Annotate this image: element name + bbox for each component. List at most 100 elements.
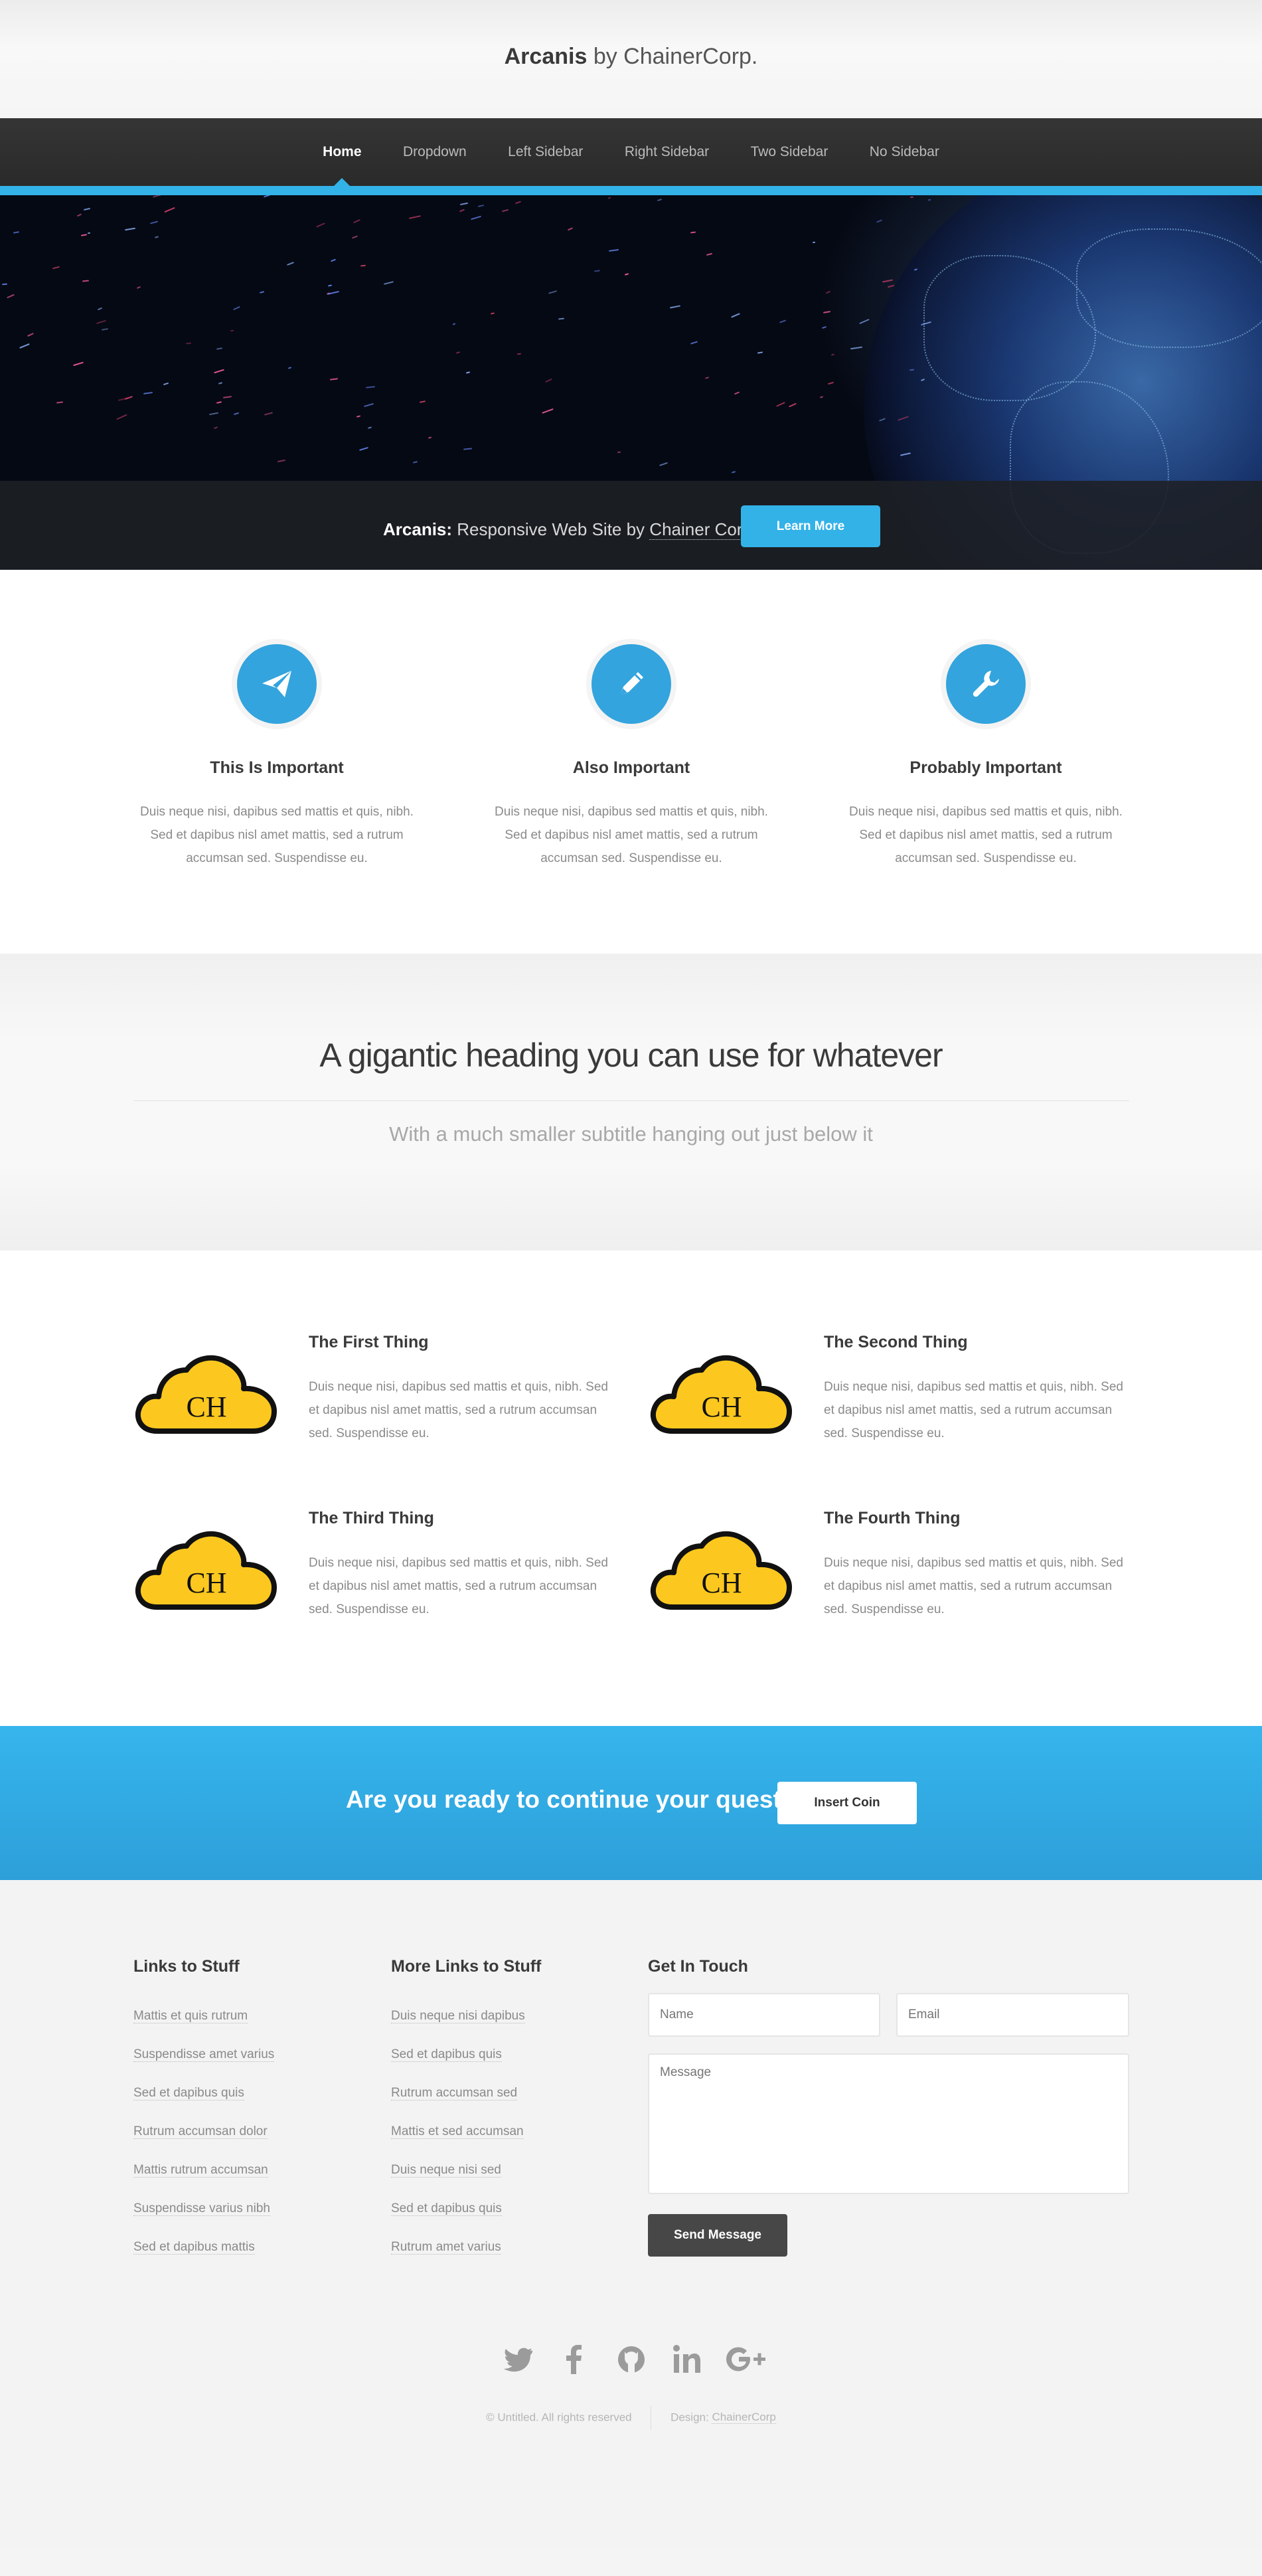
google-plus-icon[interactable] bbox=[724, 2341, 766, 2378]
particle bbox=[316, 222, 325, 228]
facebook-icon[interactable] bbox=[556, 2341, 593, 2378]
feature-card: This Is Important Duis neque nisi, dapib… bbox=[137, 639, 416, 870]
footer-link[interactable]: Rutrum amet varius bbox=[391, 2240, 541, 2278]
things-section: CH The First Thing Duis neque nisi, dapi… bbox=[0, 1250, 1262, 1726]
nav-item-two-sidebar[interactable]: Two Sidebar bbox=[751, 118, 828, 186]
particle bbox=[327, 284, 333, 287]
send-message-button[interactable]: Send Message bbox=[648, 2214, 787, 2257]
particle bbox=[419, 400, 426, 404]
particle bbox=[76, 213, 82, 216]
particle bbox=[19, 343, 30, 349]
footer-link[interactable]: Mattis et sed accumsan bbox=[391, 2124, 541, 2163]
feature-icon-circle bbox=[586, 639, 676, 729]
particle bbox=[757, 351, 763, 354]
particle bbox=[412, 461, 418, 464]
thing-text: Duis neque nisi, dapibus sed mattis et q… bbox=[824, 1556, 1123, 1616]
particle bbox=[233, 412, 239, 416]
particle bbox=[213, 426, 218, 430]
footer-link[interactable]: Sed et dapibus mattis bbox=[133, 2240, 274, 2278]
particle bbox=[186, 342, 192, 345]
globe-continent bbox=[923, 255, 1096, 401]
particle bbox=[428, 436, 432, 439]
svg-text:CH: CH bbox=[701, 1567, 742, 1599]
particle bbox=[213, 369, 225, 374]
heading-divider bbox=[133, 1100, 1129, 1101]
particle bbox=[545, 378, 552, 383]
page: Arcanis by ChainerCorp. Home Dropdown Le… bbox=[0, 0, 1262, 2576]
footer-link[interactable]: Rutrum accumsan dolor bbox=[133, 2124, 274, 2163]
particle bbox=[80, 234, 88, 237]
nav-item-dropdown[interactable]: Dropdown bbox=[403, 118, 467, 186]
thing-item: CH The First Thing Duis neque nisi, dapi… bbox=[133, 1333, 625, 1466]
paper-plane-icon bbox=[262, 671, 291, 697]
particle bbox=[218, 382, 223, 385]
name-field[interactable] bbox=[648, 1993, 880, 2037]
feature-icon-circle bbox=[232, 639, 322, 729]
footer-column-title: More Links to Stuff bbox=[391, 1957, 542, 1976]
nav-item-label: Left Sidebar bbox=[508, 144, 584, 159]
feature-card: Also Important Duis neque nisi, dapibus … bbox=[492, 639, 771, 870]
footer-link[interactable]: Duis neque nisi dapibus bbox=[391, 2009, 541, 2047]
message-field[interactable] bbox=[648, 2053, 1129, 2194]
nav-item-label: Dropdown bbox=[402, 144, 467, 159]
thing-text: Duis neque nisi, dapibus sed mattis et q… bbox=[824, 1380, 1123, 1440]
footer-link[interactable]: Duis neque nisi sed bbox=[391, 2163, 541, 2201]
particle bbox=[154, 236, 159, 239]
particle bbox=[351, 235, 358, 239]
particle bbox=[84, 208, 91, 211]
particle bbox=[230, 329, 234, 332]
banner-caption-strip: Arcanis: Responsive Web Site by Chainer … bbox=[0, 481, 1262, 570]
footer-link[interactable]: Suspendisse varius nibh bbox=[133, 2201, 274, 2240]
nav-item-home[interactable]: Home bbox=[323, 118, 362, 186]
particle bbox=[516, 353, 521, 355]
feature-text: Duis neque nisi, dapibus sed mattis et q… bbox=[849, 805, 1123, 865]
nav-item-right-sidebar[interactable]: Right Sidebar bbox=[625, 118, 709, 186]
site-logo[interactable]: Arcanis by ChainerCorp. bbox=[0, 44, 1262, 70]
particle bbox=[232, 305, 240, 311]
github-icon[interactable] bbox=[613, 2341, 650, 2378]
nav-item-no-sidebar[interactable]: No Sidebar bbox=[870, 118, 939, 186]
footer-link[interactable]: Mattis et quis rutrum bbox=[133, 2009, 274, 2047]
insert-coin-button[interactable]: Insert Coin bbox=[777, 1782, 917, 1824]
particle bbox=[734, 391, 740, 395]
nav-item-label: No Sidebar bbox=[869, 144, 939, 159]
twitter-icon[interactable] bbox=[501, 2341, 538, 2378]
svg-text:CH: CH bbox=[186, 1391, 226, 1423]
thing-item: CH The Second Thing Duis neque nisi, dap… bbox=[649, 1333, 1140, 1466]
particle bbox=[163, 207, 175, 213]
logo-brand: Arcanis bbox=[504, 44, 588, 69]
particle bbox=[13, 230, 20, 234]
particle bbox=[670, 305, 681, 309]
footer-link[interactable]: Sed et dapibus quis bbox=[391, 2047, 541, 2086]
banner-tagline: Arcanis: Responsive Web Site by Chainer … bbox=[383, 519, 752, 540]
linkedin-icon[interactable] bbox=[669, 2341, 706, 2378]
feature-card: Probably Important Duis neque nisi, dapi… bbox=[846, 639, 1125, 870]
footer-link[interactable]: Rutrum accumsan sed bbox=[391, 2086, 541, 2124]
hero-banner: Arcanis: Responsive Web Site by Chainer … bbox=[0, 195, 1262, 570]
tagline-link[interactable]: Chainer Corp bbox=[649, 519, 752, 540]
particle bbox=[330, 258, 337, 262]
particle bbox=[548, 290, 558, 294]
accent-bar bbox=[0, 186, 1262, 195]
footer-link[interactable]: Sed et dapibus quis bbox=[391, 2201, 541, 2240]
cloud-logo-icon: CH bbox=[135, 1531, 277, 1610]
footer-link[interactable]: Suspendisse amet varius bbox=[133, 2047, 275, 2086]
particle bbox=[360, 264, 366, 267]
thing-title: The Third Thing bbox=[309, 1509, 434, 1527]
cloud-logo-icon: CH bbox=[135, 1355, 277, 1434]
particle bbox=[659, 462, 668, 466]
particle bbox=[542, 408, 554, 414]
particle bbox=[208, 412, 218, 415]
particle bbox=[452, 322, 456, 325]
particle bbox=[455, 351, 460, 354]
email-field[interactable] bbox=[896, 1993, 1129, 2037]
copyright-text: © Untitled. All rights reserved bbox=[486, 2411, 632, 2424]
footer-link[interactable]: Mattis rutrum accumsan bbox=[133, 2163, 274, 2201]
nav-item-left-sidebar[interactable]: Left Sidebar bbox=[508, 118, 583, 186]
particle bbox=[136, 286, 141, 290]
learn-more-button[interactable]: Learn More bbox=[741, 505, 880, 547]
particle bbox=[222, 396, 232, 399]
design-credit-link[interactable]: ChainerCorp bbox=[712, 2411, 776, 2425]
site-footer: Links to Stuff Mattis et quis rutrum Sus… bbox=[0, 1880, 1262, 2548]
footer-link[interactable]: Sed et dapibus quis bbox=[133, 2086, 274, 2124]
